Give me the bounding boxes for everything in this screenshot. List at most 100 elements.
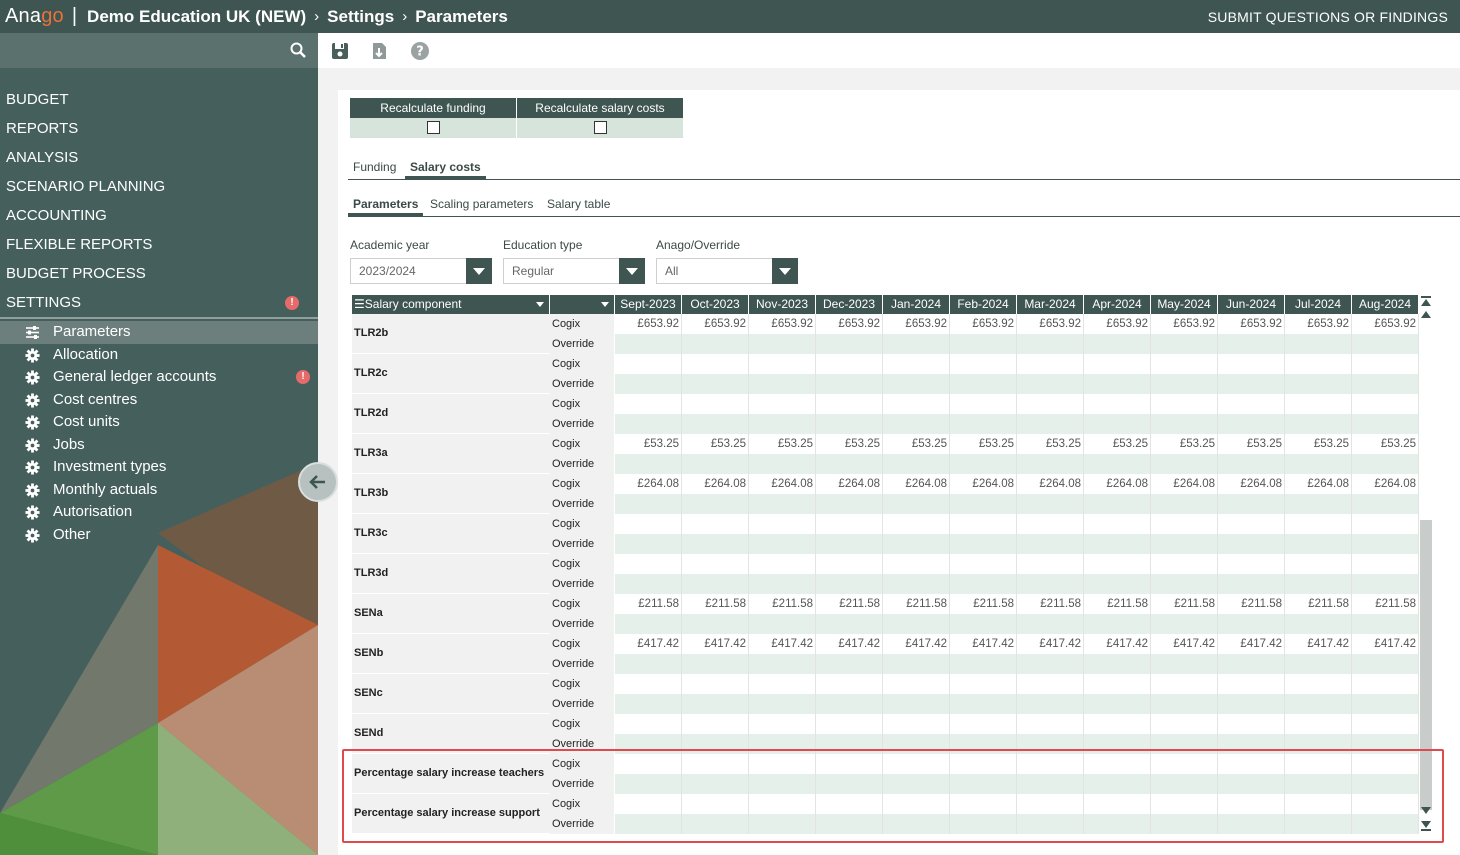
- month-value-cell[interactable]: [682, 574, 749, 594]
- month-value-cell[interactable]: [1352, 774, 1419, 794]
- month-value-cell[interactable]: [1352, 374, 1419, 394]
- month-value-cell[interactable]: [1285, 654, 1352, 674]
- month-value-cell[interactable]: [682, 394, 749, 414]
- month-value-cell[interactable]: [749, 534, 816, 554]
- source-column-header[interactable]: [550, 295, 615, 314]
- subnav-item-autorisation[interactable]: Autorisation: [0, 501, 318, 524]
- month-value-cell[interactable]: [1151, 554, 1218, 574]
- month-value-cell[interactable]: £417.42: [615, 634, 682, 654]
- month-value-cell[interactable]: [1218, 414, 1285, 434]
- month-value-cell[interactable]: [1218, 774, 1285, 794]
- month-value-cell[interactable]: [1017, 554, 1084, 574]
- nav-item-accounting[interactable]: ACCOUNTING: [0, 201, 318, 230]
- month-value-cell[interactable]: [816, 374, 883, 394]
- subnav-item-investment-types[interactable]: Investment types: [0, 456, 318, 479]
- month-value-cell[interactable]: [1285, 494, 1352, 514]
- month-value-cell[interactable]: [950, 454, 1017, 474]
- month-value-cell[interactable]: £211.58: [1151, 594, 1218, 614]
- month-value-cell[interactable]: [950, 574, 1017, 594]
- month-value-cell[interactable]: [1285, 674, 1352, 694]
- month-value-cell[interactable]: [682, 454, 749, 474]
- tab-salary-costs[interactable]: Salary costs: [405, 160, 486, 179]
- month-value-cell[interactable]: [1285, 394, 1352, 414]
- month-value-cell[interactable]: [749, 674, 816, 694]
- month-header[interactable]: Mar-2024: [1017, 295, 1084, 314]
- nav-item-scenario-planning[interactable]: SCENARIO PLANNING: [0, 172, 318, 201]
- month-value-cell[interactable]: [615, 794, 682, 814]
- month-value-cell[interactable]: [816, 554, 883, 574]
- month-value-cell[interactable]: [615, 674, 682, 694]
- month-value-cell[interactable]: [1151, 334, 1218, 354]
- month-value-cell[interactable]: [950, 774, 1017, 794]
- month-value-cell[interactable]: £653.92: [1285, 314, 1352, 334]
- month-value-cell[interactable]: [883, 414, 950, 434]
- month-value-cell[interactable]: [1017, 534, 1084, 554]
- month-value-cell[interactable]: [1285, 354, 1352, 374]
- month-value-cell[interactable]: [1151, 794, 1218, 814]
- subnav-item-cost-units[interactable]: Cost units: [0, 411, 318, 434]
- month-value-cell[interactable]: £53.25: [1352, 434, 1419, 454]
- tab-parameters[interactable]: Parameters: [348, 197, 424, 216]
- month-value-cell[interactable]: £653.92: [749, 314, 816, 334]
- month-value-cell[interactable]: [816, 334, 883, 354]
- month-value-cell[interactable]: [1017, 374, 1084, 394]
- month-value-cell[interactable]: [1218, 714, 1285, 734]
- month-value-cell[interactable]: [1285, 734, 1352, 754]
- month-value-cell[interactable]: [883, 514, 950, 534]
- month-value-cell[interactable]: £264.08: [1218, 474, 1285, 494]
- month-value-cell[interactable]: [816, 534, 883, 554]
- month-value-cell[interactable]: [1084, 354, 1151, 374]
- month-value-cell[interactable]: [1084, 514, 1151, 534]
- month-value-cell[interactable]: [615, 494, 682, 514]
- month-value-cell[interactable]: [615, 534, 682, 554]
- month-value-cell[interactable]: [682, 674, 749, 694]
- month-value-cell[interactable]: [1017, 454, 1084, 474]
- month-value-cell[interactable]: [1285, 554, 1352, 574]
- scroll-up-icon[interactable]: [1421, 311, 1431, 318]
- recalculate-salary-checkbox[interactable]: [594, 121, 607, 134]
- month-value-cell[interactable]: [816, 694, 883, 714]
- month-value-cell[interactable]: [1017, 714, 1084, 734]
- month-value-cell[interactable]: [1017, 414, 1084, 434]
- month-value-cell[interactable]: [682, 794, 749, 814]
- month-value-cell[interactable]: £264.08: [682, 474, 749, 494]
- month-value-cell[interactable]: [1084, 534, 1151, 554]
- month-value-cell[interactable]: £417.42: [883, 634, 950, 654]
- month-value-cell[interactable]: [615, 394, 682, 414]
- menu-icon[interactable]: ☰: [354, 297, 365, 311]
- month-value-cell[interactable]: [950, 554, 1017, 574]
- month-header[interactable]: Jan-2024: [883, 295, 950, 314]
- month-value-cell[interactable]: [1218, 454, 1285, 474]
- month-value-cell[interactable]: [1151, 754, 1218, 774]
- scrollbar-thumb[interactable]: [1420, 520, 1432, 810]
- month-value-cell[interactable]: [1285, 574, 1352, 594]
- month-value-cell[interactable]: [1352, 334, 1419, 354]
- month-value-cell[interactable]: [749, 714, 816, 734]
- salary-component-header[interactable]: ☰Salary component: [352, 295, 550, 314]
- month-value-cell[interactable]: £211.58: [1218, 594, 1285, 614]
- month-value-cell[interactable]: [1084, 574, 1151, 594]
- month-value-cell[interactable]: [883, 674, 950, 694]
- month-value-cell[interactable]: [950, 754, 1017, 774]
- month-value-cell[interactable]: [615, 614, 682, 634]
- month-value-cell[interactable]: £53.25: [1218, 434, 1285, 454]
- month-value-cell[interactable]: [1352, 394, 1419, 414]
- month-value-cell[interactable]: [1151, 654, 1218, 674]
- month-value-cell[interactable]: £211.58: [749, 594, 816, 614]
- month-header[interactable]: Jul-2024: [1285, 295, 1352, 314]
- month-value-cell[interactable]: £264.08: [1084, 474, 1151, 494]
- breadcrumb-settings[interactable]: Settings: [327, 7, 394, 27]
- month-value-cell[interactable]: [1352, 794, 1419, 814]
- month-value-cell[interactable]: [1352, 674, 1419, 694]
- month-value-cell[interactable]: [682, 534, 749, 554]
- month-value-cell[interactable]: £264.08: [1285, 474, 1352, 494]
- month-value-cell[interactable]: £53.25: [615, 434, 682, 454]
- month-value-cell[interactable]: £264.08: [950, 474, 1017, 494]
- month-value-cell[interactable]: [1084, 414, 1151, 434]
- month-value-cell[interactable]: £417.42: [749, 634, 816, 654]
- month-value-cell[interactable]: [1017, 614, 1084, 634]
- month-value-cell[interactable]: £211.58: [615, 594, 682, 614]
- month-value-cell[interactable]: [1017, 354, 1084, 374]
- month-value-cell[interactable]: [1218, 374, 1285, 394]
- month-value-cell[interactable]: [1151, 514, 1218, 534]
